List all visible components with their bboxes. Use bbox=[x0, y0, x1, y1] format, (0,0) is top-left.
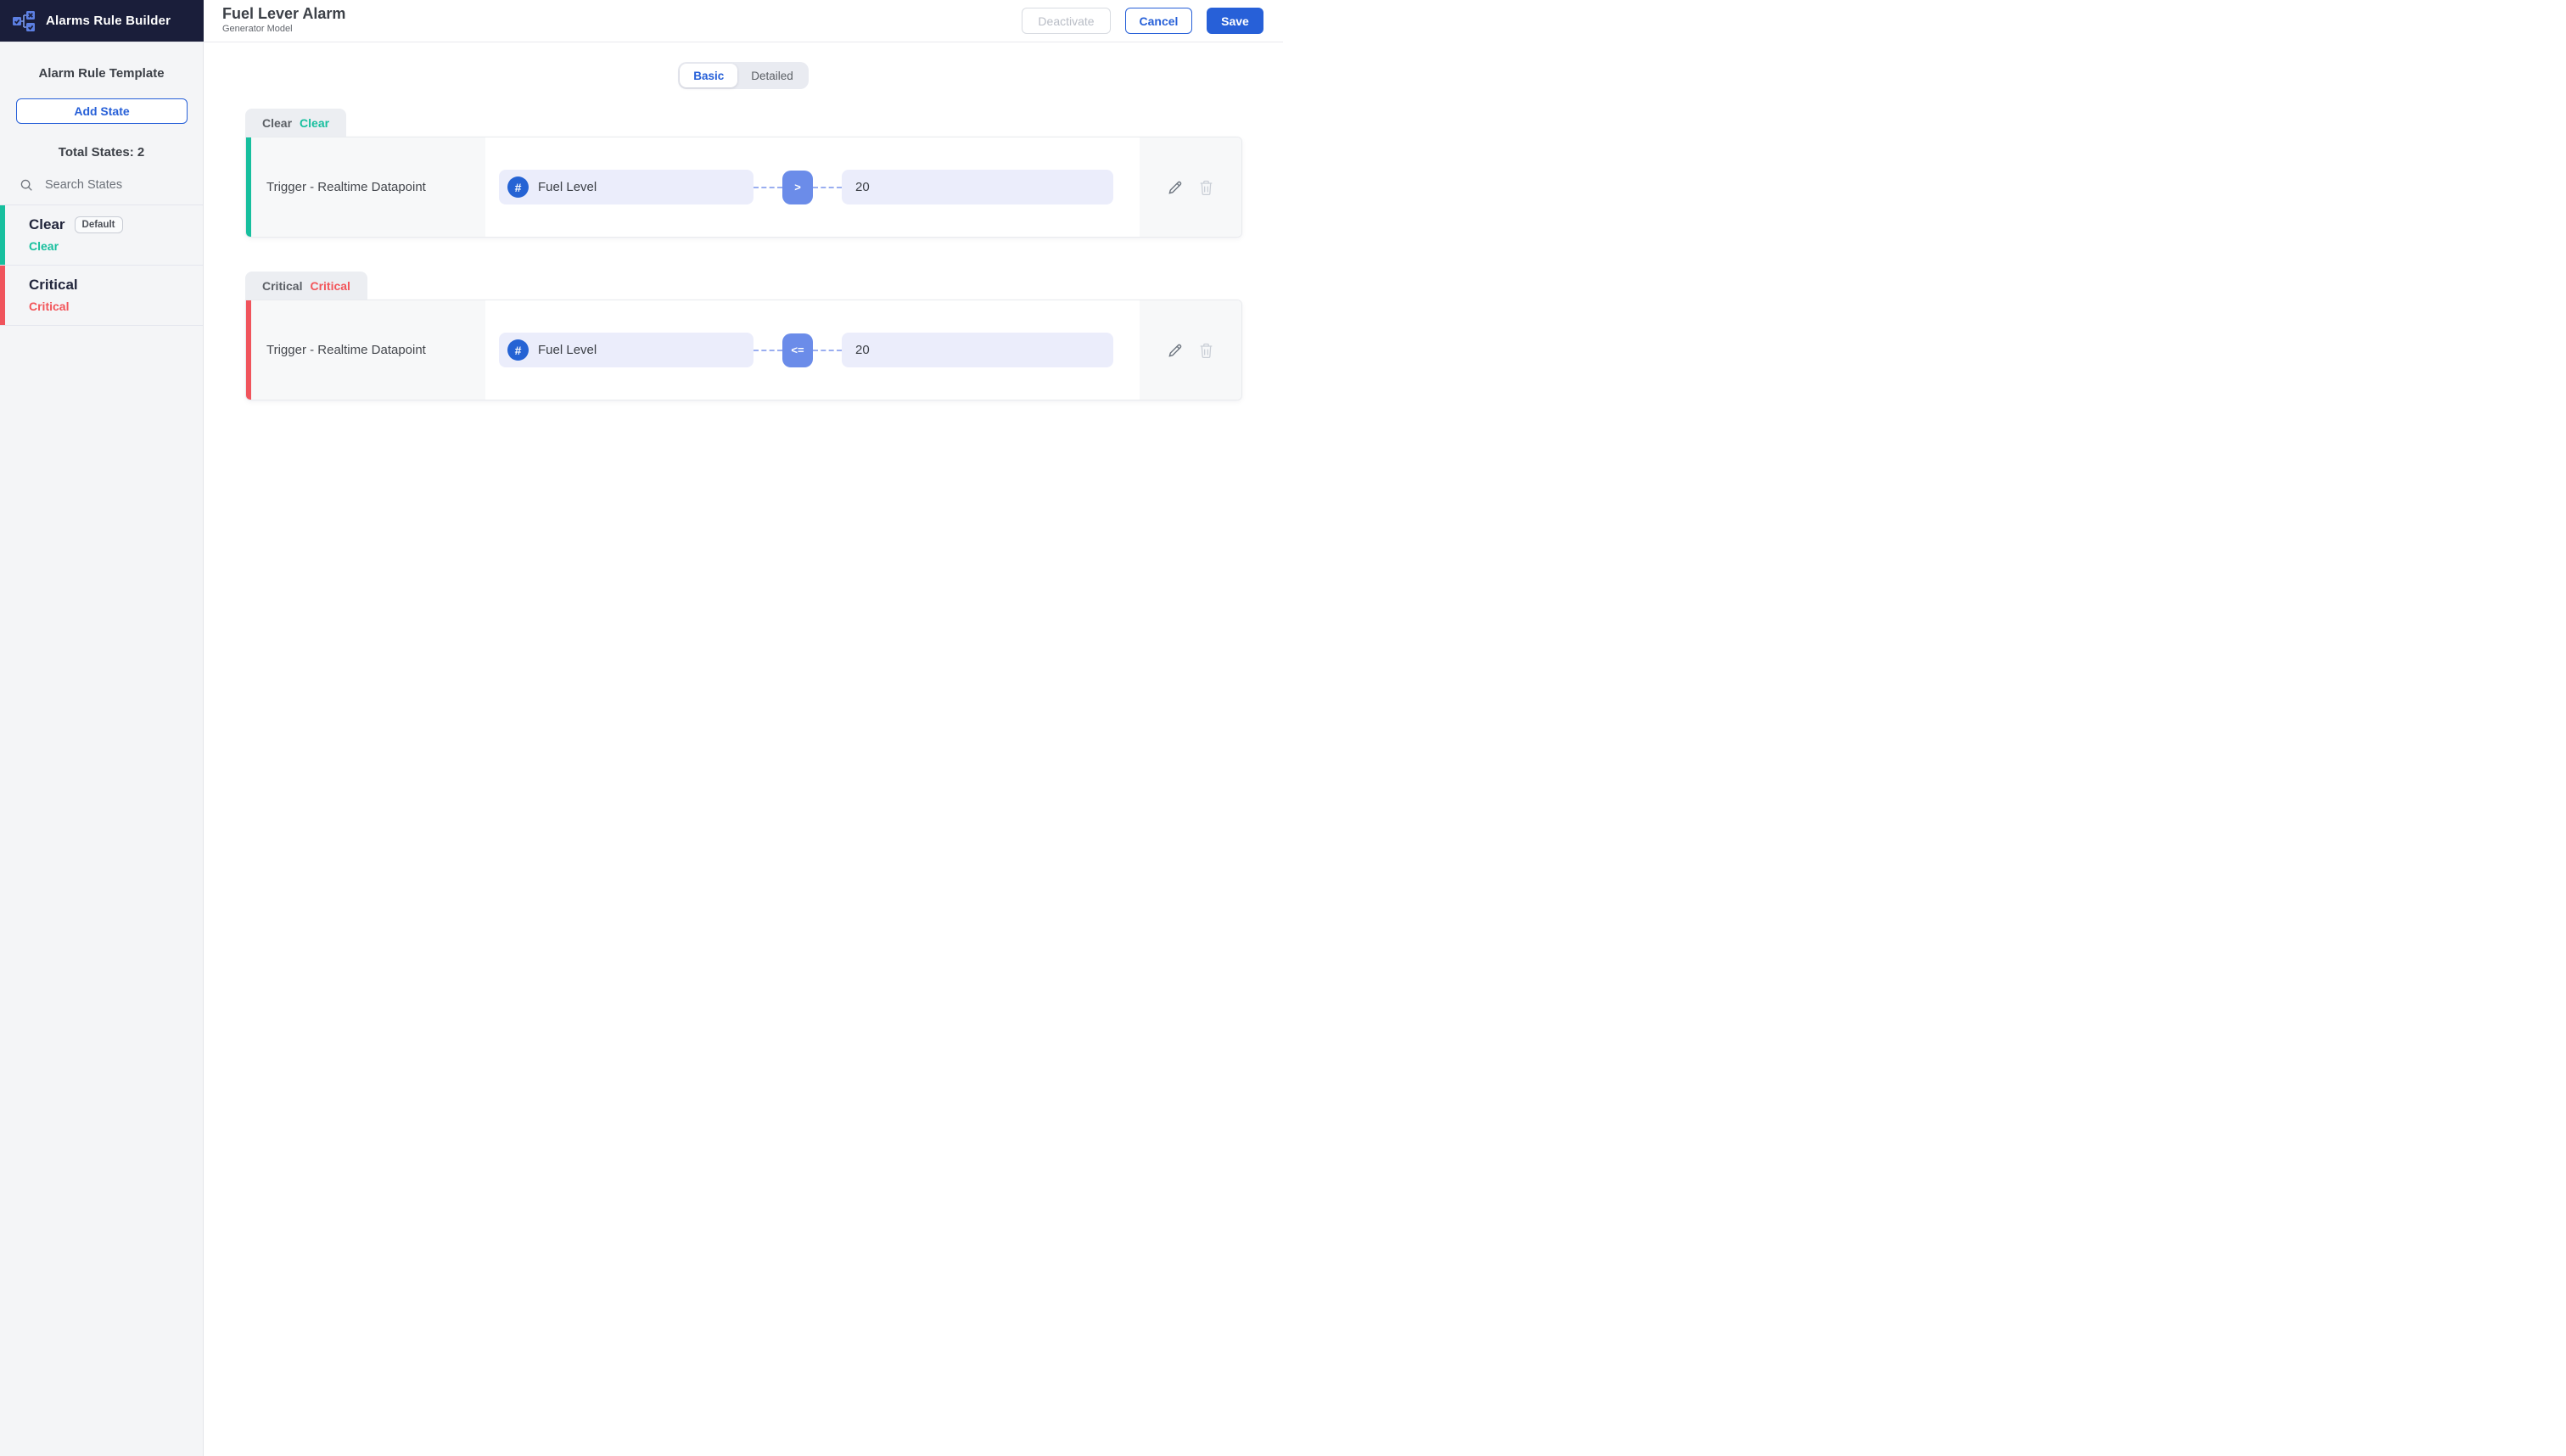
rule-group-clear: Clear Clear Trigger - Realtime Datapoint… bbox=[245, 109, 1242, 238]
dashed-connector bbox=[754, 186, 782, 188]
app-title: Alarms Rule Builder bbox=[46, 14, 171, 28]
app-logo-block: Alarms Rule Builder bbox=[0, 0, 204, 42]
sidebar-section-title: Alarm Rule Template bbox=[38, 66, 165, 81]
save-button[interactable]: Save bbox=[1207, 8, 1263, 34]
state-status-label: Critical bbox=[29, 300, 70, 313]
state-head: Clear Default bbox=[29, 216, 193, 233]
edit-rule-button[interactable] bbox=[1167, 179, 1184, 196]
rule-tab-name: Clear bbox=[262, 115, 293, 130]
search-states-row bbox=[0, 177, 203, 205]
edit-rule-button[interactable] bbox=[1167, 342, 1184, 359]
datapoint-label: Fuel Level bbox=[538, 343, 597, 357]
row-actions bbox=[1140, 137, 1241, 237]
delete-rule-button[interactable] bbox=[1198, 342, 1214, 359]
state-accent-bar bbox=[0, 205, 5, 265]
rule-group-critical: Critical Critical Trigger - Realtime Dat… bbox=[245, 272, 1242, 400]
view-toggle-wrap: Basic Detailed bbox=[204, 42, 1283, 89]
rule-tab-status: Clear bbox=[300, 115, 330, 130]
trash-icon bbox=[1198, 179, 1214, 196]
sidebar-item-clear[interactable]: Clear Default Clear bbox=[0, 205, 203, 266]
rule-tab-name: Critical bbox=[262, 278, 303, 293]
state-head: Critical bbox=[29, 277, 193, 294]
main-content: Basic Detailed Clear Clear Trigger - Rea… bbox=[204, 42, 1283, 728]
trigger-label: Trigger - Realtime Datapoint bbox=[251, 300, 485, 400]
rule-tab-clear[interactable]: Clear Clear bbox=[245, 109, 347, 137]
threshold-value-input[interactable] bbox=[842, 170, 1113, 204]
pencil-icon bbox=[1167, 179, 1184, 196]
rule-card-clear: Trigger - Realtime Datapoint # Fuel Leve… bbox=[245, 137, 1242, 238]
threshold-value-input[interactable] bbox=[842, 333, 1113, 367]
page-subtitle: Generator Model bbox=[222, 24, 293, 34]
search-icon bbox=[20, 179, 33, 192]
row-actions bbox=[1140, 300, 1241, 400]
condition-section: # Fuel Level > bbox=[485, 137, 1140, 237]
top-bar: Alarms Rule Builder Fuel Lever Alarm Gen… bbox=[0, 0, 1283, 42]
search-states-input[interactable] bbox=[43, 177, 188, 193]
state-name: Clear bbox=[29, 216, 65, 232]
dashed-connector bbox=[813, 186, 842, 188]
trigger-label: Trigger - Realtime Datapoint bbox=[251, 137, 485, 237]
delete-rule-button[interactable] bbox=[1198, 179, 1214, 196]
page-head: Fuel Lever Alarm Generator Model bbox=[204, 0, 345, 42]
state-status-label: Clear bbox=[29, 239, 59, 253]
hash-icon: # bbox=[507, 176, 529, 198]
add-state-button[interactable]: Add State bbox=[16, 98, 188, 124]
operator-chip[interactable]: > bbox=[782, 170, 813, 204]
view-toggle: Basic Detailed bbox=[678, 62, 809, 89]
cancel-button[interactable]: Cancel bbox=[1125, 8, 1192, 34]
datapoint-selector[interactable]: # Fuel Level bbox=[499, 333, 754, 367]
total-states-label: Total States: 2 bbox=[58, 145, 145, 160]
condition-section: # Fuel Level <= bbox=[485, 300, 1140, 400]
toggle-basic[interactable]: Basic bbox=[680, 64, 738, 87]
flowchart-states-icon bbox=[11, 8, 36, 34]
header-actions: Deactivate Cancel Save bbox=[1022, 0, 1283, 42]
dashed-connector bbox=[754, 349, 782, 351]
dashed-connector bbox=[813, 349, 842, 351]
pencil-icon bbox=[1167, 342, 1184, 359]
datapoint-selector[interactable]: # Fuel Level bbox=[499, 170, 754, 204]
operator-chip[interactable]: <= bbox=[782, 333, 813, 367]
state-accent-bar bbox=[0, 266, 5, 325]
trash-icon bbox=[1198, 342, 1214, 359]
sidebar-item-critical[interactable]: Critical Critical bbox=[0, 266, 203, 326]
datapoint-label: Fuel Level bbox=[538, 180, 597, 194]
default-badge: Default bbox=[74, 216, 123, 233]
sidebar: Alarm Rule Template Add State Total Stat… bbox=[0, 42, 204, 1456]
page-title: Fuel Lever Alarm bbox=[222, 5, 346, 22]
rule-card-critical: Trigger - Realtime Datapoint # Fuel Leve… bbox=[245, 300, 1242, 400]
hash-icon: # bbox=[507, 339, 529, 361]
state-name: Critical bbox=[29, 277, 78, 293]
deactivate-button[interactable]: Deactivate bbox=[1022, 8, 1111, 34]
rule-tab-status: Critical bbox=[310, 278, 350, 293]
rule-tab-critical[interactable]: Critical Critical bbox=[245, 272, 367, 300]
toggle-detailed[interactable]: Detailed bbox=[737, 64, 807, 87]
